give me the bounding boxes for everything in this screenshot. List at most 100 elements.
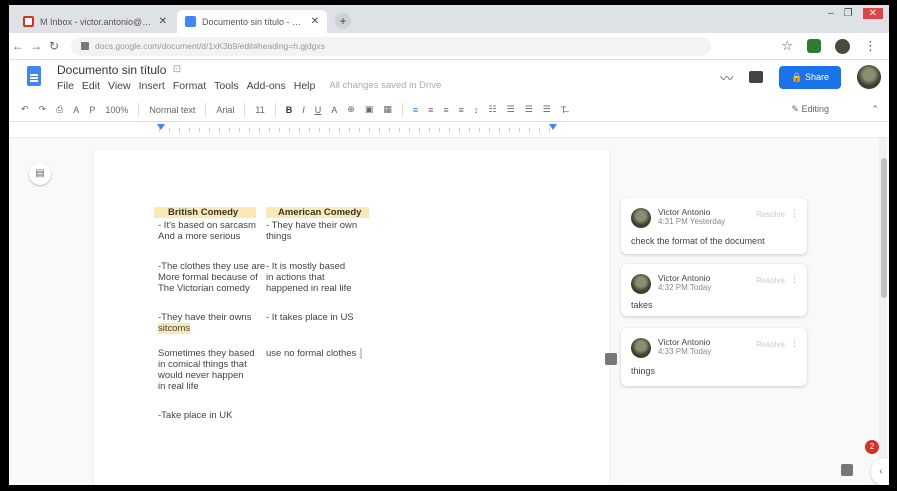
- close-tab-icon[interactable]: ✕: [159, 16, 167, 27]
- document-title[interactable]: Documento sin título: [57, 63, 166, 77]
- divider: [138, 102, 140, 117]
- zoom-select[interactable]: 100%: [105, 105, 128, 115]
- line-spacing-icon[interactable]: ↕: [474, 105, 479, 115]
- doc-line: More formal because of: [158, 272, 258, 283]
- menu-view[interactable]: View: [108, 80, 131, 92]
- reload-icon[interactable]: ↻: [45, 39, 63, 53]
- doc-line: happened in real life: [266, 283, 352, 294]
- new-tab-button[interactable]: +: [335, 13, 351, 29]
- menu-edit[interactable]: Edit: [82, 80, 100, 92]
- minimize-button[interactable]: –: [828, 8, 834, 19]
- document-page[interactable]: British Comedy American Comedy - It's ba…: [94, 150, 609, 485]
- clear-formatting-icon[interactable]: T̶: [561, 105, 567, 115]
- outline-icon[interactable]: ▤: [29, 163, 51, 185]
- doc-line: in actions that: [266, 272, 325, 283]
- extension-icon[interactable]: [807, 39, 821, 53]
- url-text: docs.google.com/document/d/1xK3b9/edit#h…: [95, 41, 325, 51]
- editing-mode-button[interactable]: ✎ Editing: [791, 104, 829, 115]
- explore-icon[interactable]: [841, 464, 853, 476]
- last-edit-status[interactable]: All changes saved in Drive: [329, 80, 441, 92]
- side-panel-toggle-icon[interactable]: ‹: [871, 458, 889, 485]
- menu-file[interactable]: File: [57, 80, 74, 92]
- checklist-icon[interactable]: ☷: [488, 104, 496, 115]
- text-color-icon[interactable]: A: [331, 105, 337, 115]
- more-options-icon[interactable]: ⋮: [790, 274, 799, 285]
- insert-image-icon[interactable]: ▦: [383, 104, 392, 115]
- text-cursor: [360, 348, 363, 359]
- resolve-button[interactable]: Resolve: [756, 276, 785, 285]
- scrollbar-thumb[interactable]: [881, 158, 887, 298]
- menu-tools[interactable]: Tools: [214, 80, 239, 92]
- style-select[interactable]: Normal text: [149, 105, 195, 115]
- menu-insert[interactable]: Insert: [139, 80, 165, 92]
- menu-bar: File Edit View Insert Format Tools Add-o…: [57, 80, 441, 92]
- font-size-select[interactable]: 11: [255, 105, 264, 115]
- comment-card[interactable]: Victor Antonio 4:32 PM Today Resolve ⋮ t…: [621, 264, 807, 316]
- font-select[interactable]: Arial: [216, 105, 234, 115]
- address-bar[interactable]: docs.google.com/document/d/1xK3b9/edit#h…: [71, 36, 711, 56]
- resolve-button[interactable]: Resolve: [756, 210, 785, 219]
- menu-icon[interactable]: ⋮: [864, 38, 877, 54]
- menu-addons[interactable]: Add-ons: [247, 80, 286, 92]
- close-window-button[interactable]: ✕: [862, 8, 883, 19]
- align-justify-icon[interactable]: ≡: [459, 105, 464, 115]
- left-indent-marker[interactable]: [157, 124, 165, 130]
- star-move-icons[interactable]: ☆ ⊡: [155, 64, 184, 75]
- collapse-toolbar-icon[interactable]: ⌃: [871, 104, 879, 115]
- numbered-list-icon[interactable]: ☰: [525, 104, 533, 115]
- comment-card[interactable]: Victor Antonio 4:31 PM Yesterday Resolve…: [621, 198, 807, 254]
- docs-icon: [185, 16, 196, 27]
- document-canvas: ▤ British Comedy American Comedy - It's …: [9, 138, 889, 485]
- doc-line: would never happen: [158, 370, 244, 381]
- more-options-icon[interactable]: ⋮: [790, 338, 799, 349]
- doc-line: The Victorian comedy: [158, 283, 250, 294]
- doc-line: things: [266, 231, 292, 242]
- add-comment-icon[interactable]: ▣: [365, 104, 374, 115]
- align-left-icon[interactable]: ≡: [413, 105, 418, 115]
- back-icon[interactable]: ←: [9, 39, 27, 53]
- align-right-icon[interactable]: ≡: [443, 105, 448, 115]
- star-icon[interactable]: ☆: [781, 38, 793, 54]
- editing-label: Editing: [801, 104, 829, 114]
- underline-icon[interactable]: U: [315, 105, 322, 115]
- profile-icon[interactable]: [835, 38, 850, 54]
- more-options-icon[interactable]: ⋮: [790, 208, 799, 219]
- print-icon[interactable]: ⎙: [56, 104, 63, 115]
- italic-icon[interactable]: I: [302, 105, 305, 115]
- paint-format-icon[interactable]: P: [89, 105, 95, 115]
- activity-icon[interactable]: 〰: [720, 68, 733, 87]
- add-comment-icon[interactable]: [605, 353, 617, 365]
- tab-gmail[interactable]: M Inbox - victor.antonio@gmail.com ✕: [15, 10, 175, 33]
- bold-icon[interactable]: B: [286, 105, 293, 115]
- menu-help[interactable]: Help: [294, 80, 316, 92]
- right-indent-marker[interactable]: [549, 124, 557, 130]
- forward-icon[interactable]: →: [27, 39, 45, 53]
- window-controls: – ❐ ✕: [828, 8, 883, 19]
- doc-line: - It is mostly based: [266, 261, 346, 272]
- doc-line: And a more serious: [158, 231, 241, 242]
- share-button[interactable]: 🔒 Share: [779, 65, 841, 89]
- align-center-icon[interactable]: ≡: [428, 105, 433, 115]
- comments-icon[interactable]: [749, 71, 764, 83]
- avatar[interactable]: [857, 65, 881, 89]
- comment-time: 4:33 PM Today: [658, 347, 712, 356]
- menu-format[interactable]: Format: [173, 80, 206, 92]
- bulleted-list-icon[interactable]: ☰: [506, 104, 514, 115]
- close-tab-icon[interactable]: ✕: [311, 16, 319, 27]
- doc-line: -Take place in UK: [158, 410, 233, 421]
- comment-author: Victor Antonio: [658, 337, 711, 347]
- link-icon[interactable]: ⊕: [347, 104, 355, 115]
- indent-icon[interactable]: ☰: [543, 104, 551, 115]
- undo-icon[interactable]: ↶: [21, 104, 29, 115]
- doc-line: use no formal clothes: [266, 348, 363, 359]
- notification-badge[interactable]: 2: [865, 440, 879, 454]
- maximize-button[interactable]: ❐: [844, 8, 853, 19]
- comment-time: 4:32 PM Today: [658, 283, 712, 292]
- docs-logo-icon[interactable]: [27, 66, 41, 86]
- divider: [274, 102, 276, 117]
- spellcheck-icon[interactable]: A: [73, 105, 79, 115]
- resolve-button[interactable]: Resolve: [756, 340, 785, 349]
- redo-icon[interactable]: ↷: [39, 104, 47, 115]
- tab-docs[interactable]: Documento sin título - Google Docs ✕: [177, 10, 327, 33]
- comment-card[interactable]: Victor Antonio 4:33 PM Today Resolve ⋮ t…: [621, 328, 807, 386]
